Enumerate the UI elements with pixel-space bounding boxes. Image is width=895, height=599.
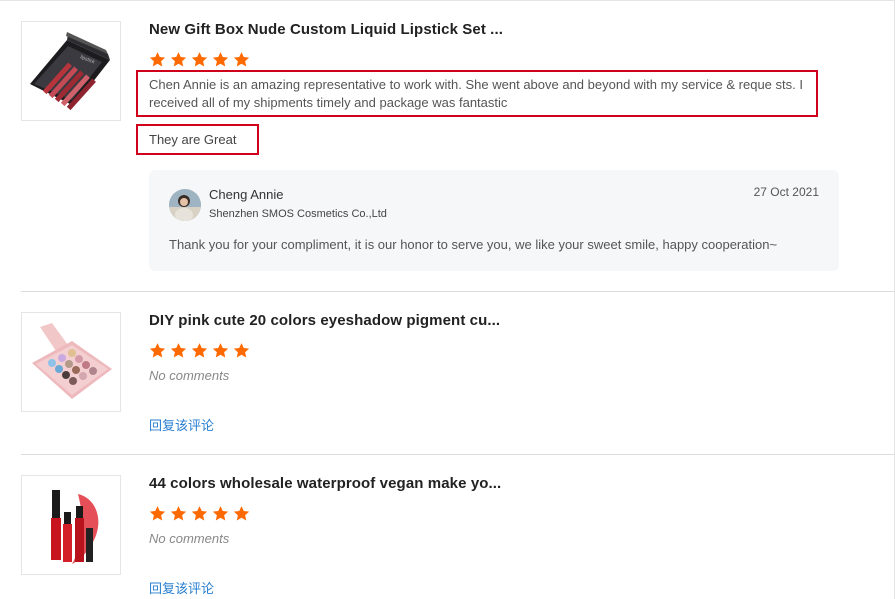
replier-company: Shenzhen SMOS Cosmetics Co.,Ltd <box>209 208 387 220</box>
star-icon <box>149 342 166 359</box>
star-icon <box>170 342 187 359</box>
star-icon <box>212 51 229 68</box>
product-title[interactable]: DIY pink cute 20 colors eyeshadow pigmen… <box>149 312 500 329</box>
review-comment: No comments <box>149 531 230 546</box>
star-rating <box>149 342 250 359</box>
reply-to-review-link[interactable]: 回复该评论 <box>149 578 214 597</box>
divider <box>21 454 895 455</box>
star-icon <box>233 51 250 68</box>
star-icon <box>191 51 208 68</box>
product-image[interactable] <box>21 312 121 412</box>
star-icon <box>149 51 166 68</box>
star-icon <box>233 342 250 359</box>
product-image[interactable]: lipstick <box>21 21 121 121</box>
review-comment: Chen Annie is an amazing representative … <box>149 77 803 110</box>
seller-reply: Cheng Annie Shenzhen SMOS Cosmetics Co.,… <box>149 170 839 271</box>
reply-date: 27 Oct 2021 <box>753 185 819 199</box>
star-icon <box>149 505 166 522</box>
product-title[interactable]: New Gift Box Nude Custom Liquid Lipstick… <box>149 21 503 38</box>
star-icon <box>191 505 208 522</box>
star-icon <box>212 342 229 359</box>
star-rating <box>149 51 250 68</box>
divider <box>21 291 895 292</box>
star-icon <box>191 342 208 359</box>
star-icon <box>170 505 187 522</box>
product-title[interactable]: 44 colors wholesale waterproof vegan mak… <box>149 475 501 492</box>
review-comment: No comments <box>149 368 230 383</box>
replier-name: Cheng Annie <box>209 187 284 202</box>
avatar <box>169 189 201 221</box>
star-icon <box>212 505 229 522</box>
reply-text: Thank you for your compliment, it is our… <box>169 237 778 252</box>
star-icon <box>170 51 187 68</box>
reply-to-review-link[interactable]: 回复该评论 <box>149 415 214 434</box>
star-icon <box>233 505 250 522</box>
top-border <box>0 0 895 1</box>
star-rating <box>149 505 250 522</box>
product-image[interactable] <box>21 475 121 575</box>
extra-comment: They are Great <box>149 132 237 147</box>
